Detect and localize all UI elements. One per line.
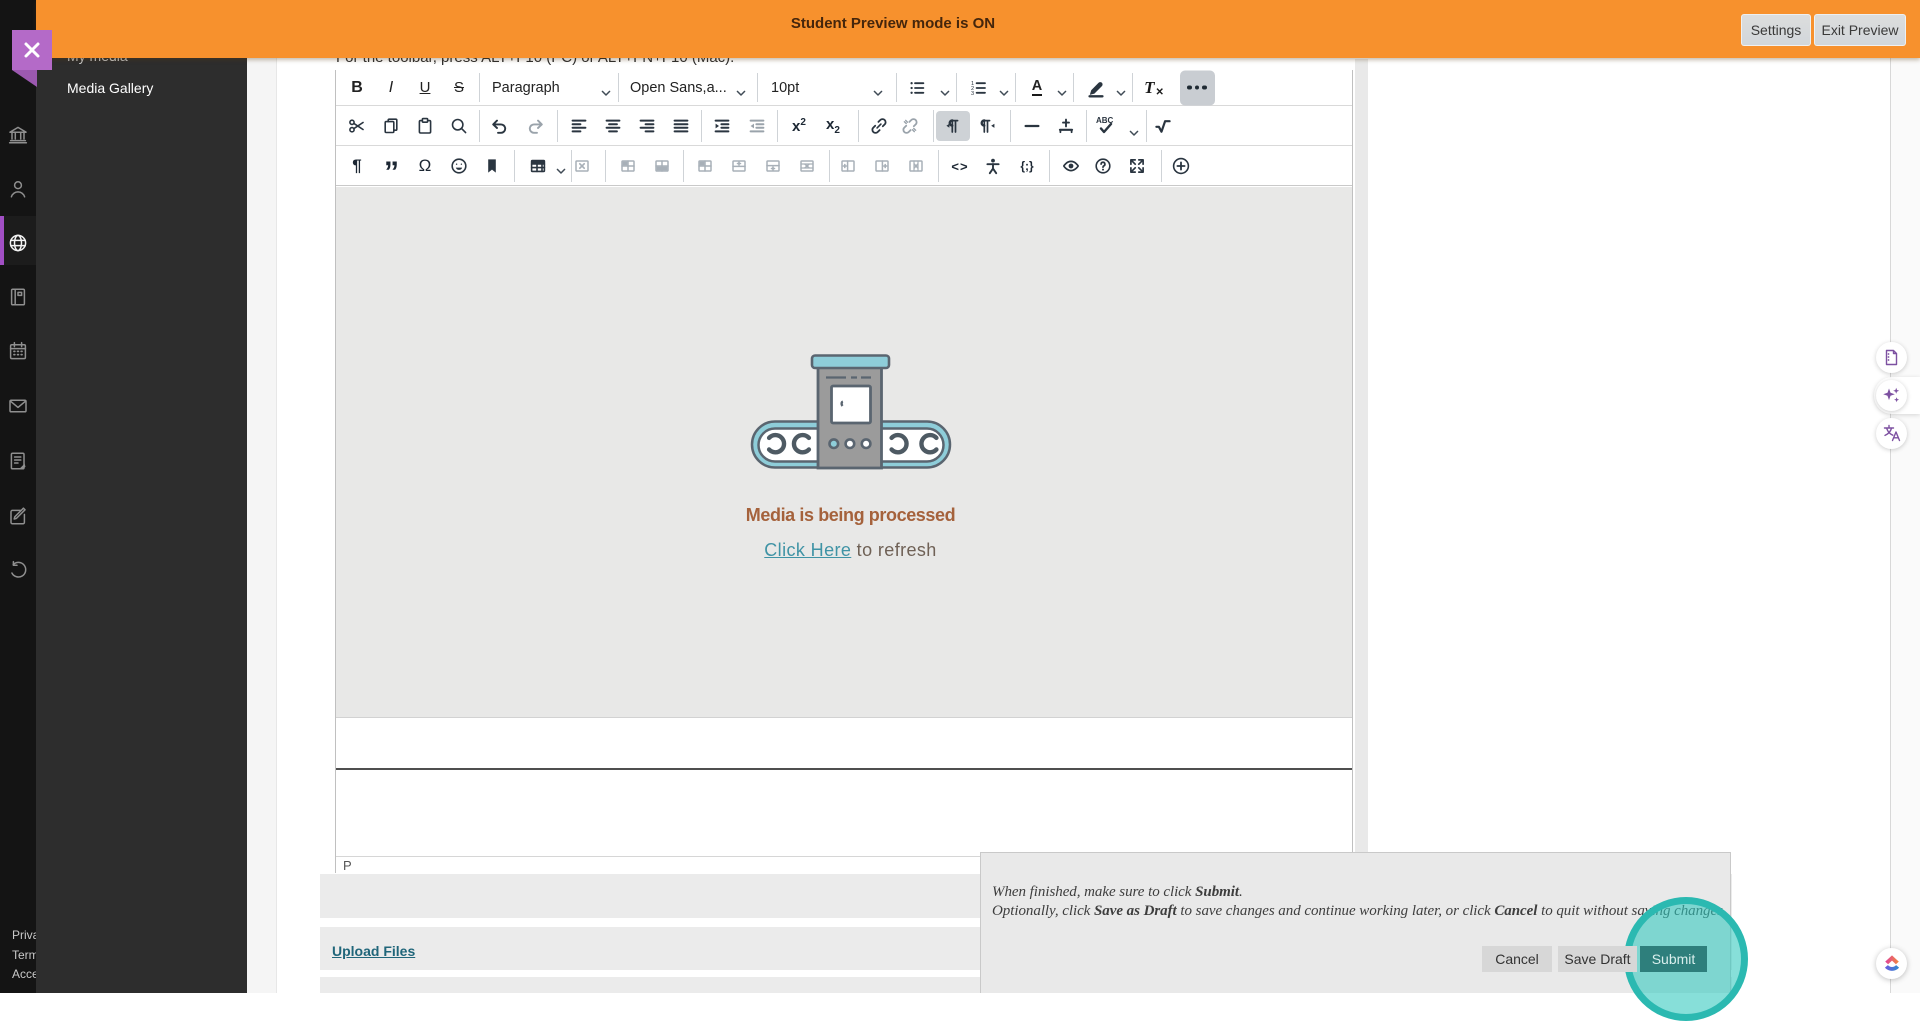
svg-text:3: 3 — [971, 91, 974, 97]
